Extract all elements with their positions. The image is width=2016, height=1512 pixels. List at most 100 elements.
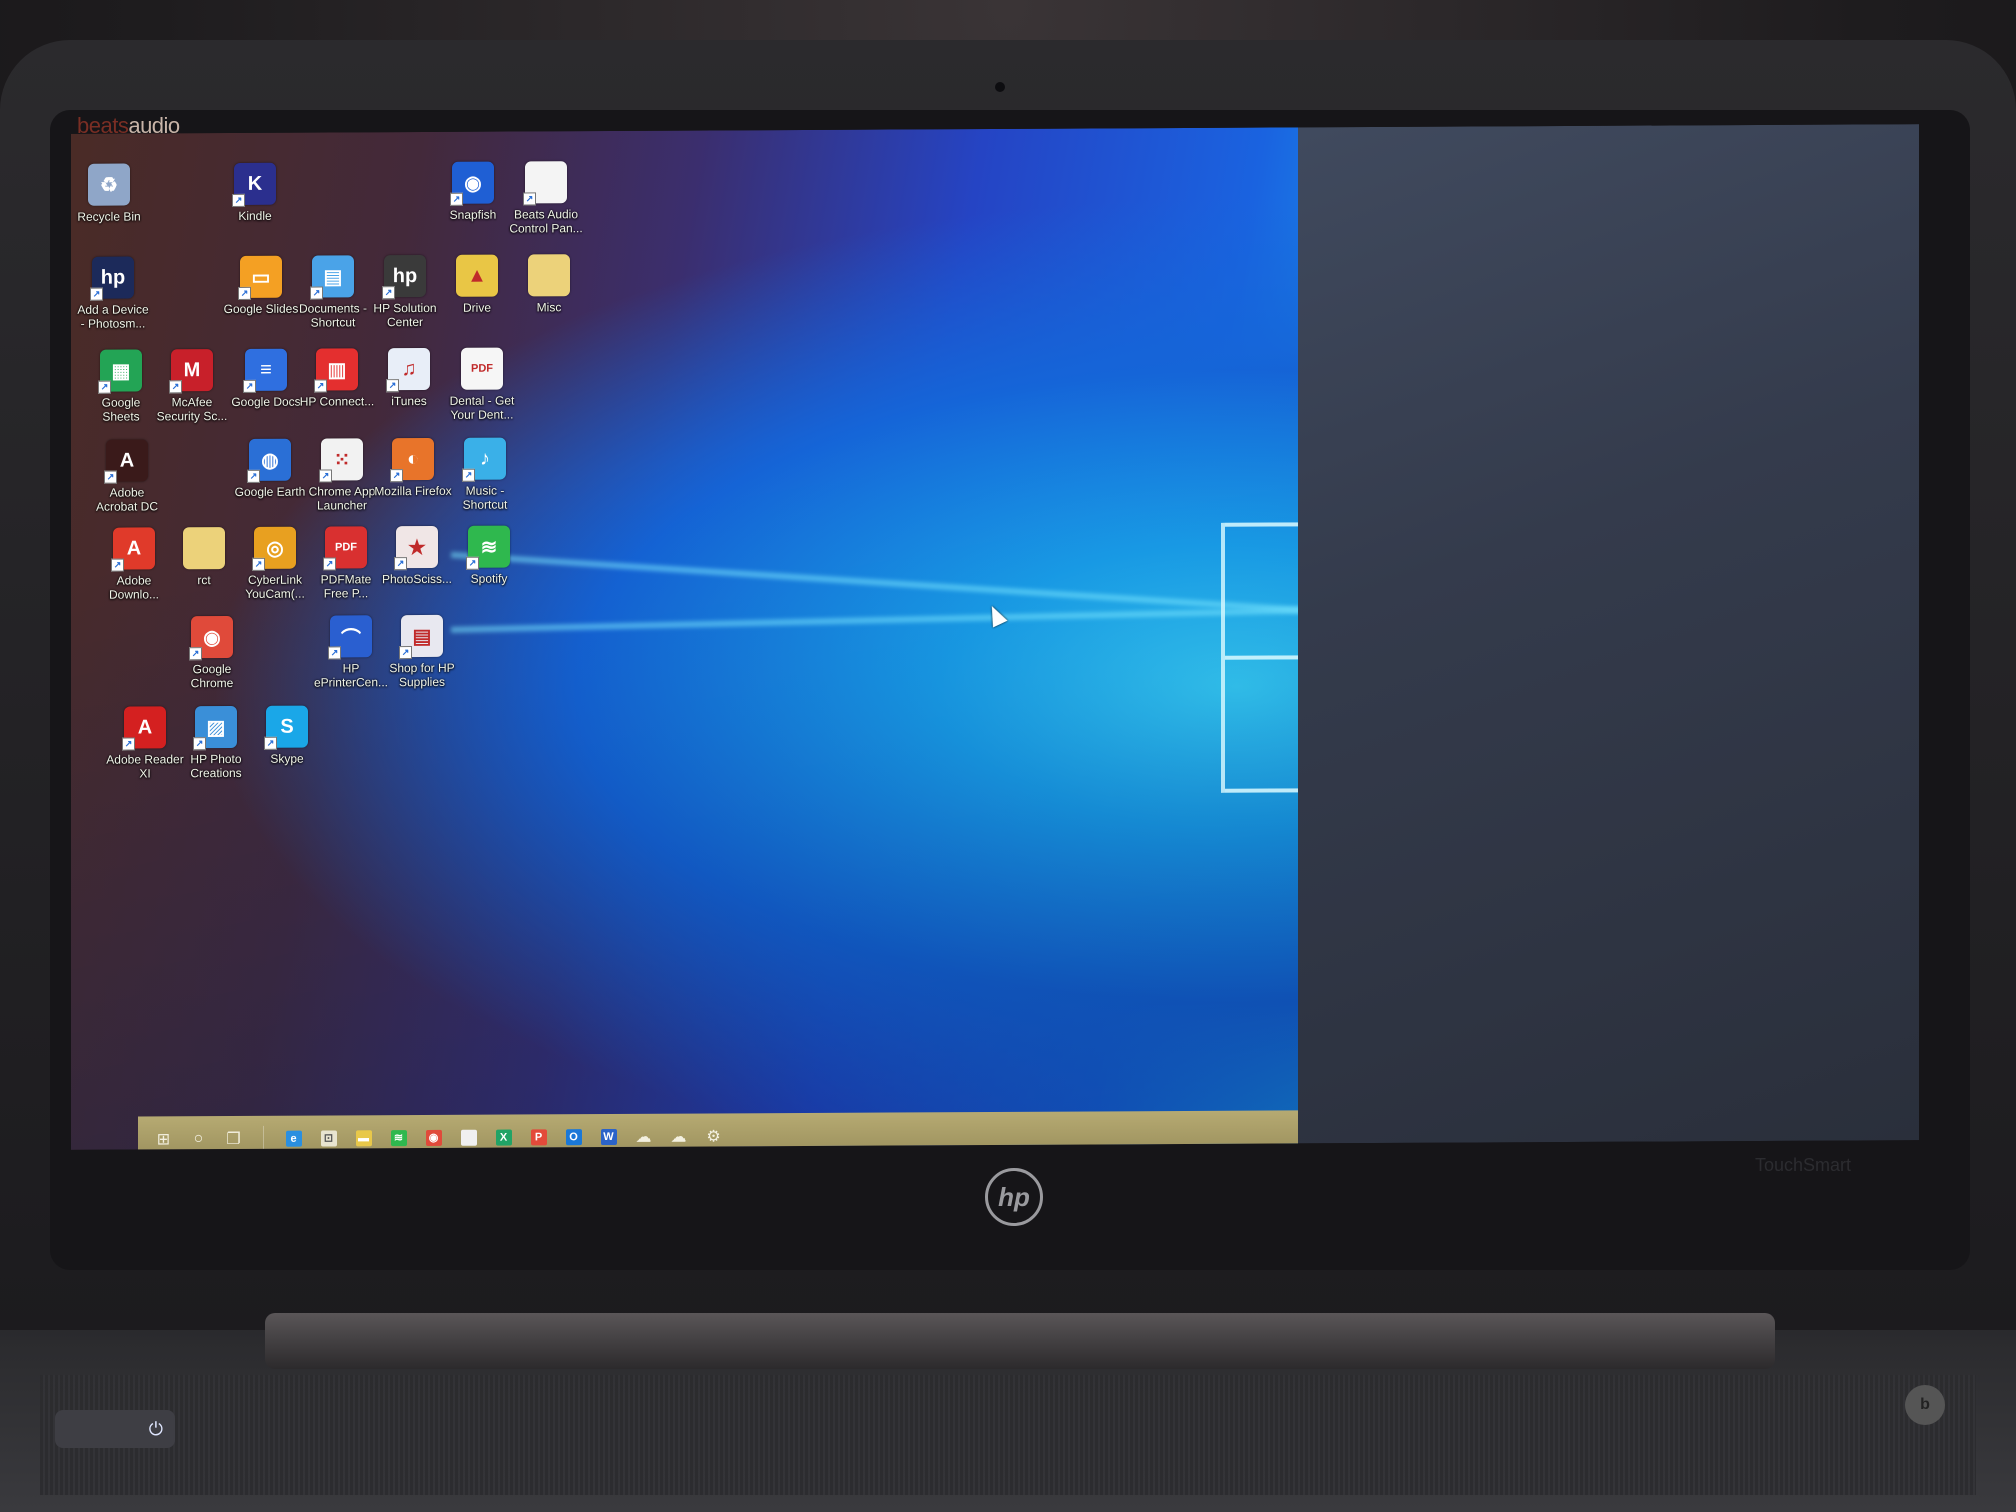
desktop-icon-label: Google Earth xyxy=(234,484,306,499)
hp-logo: hp xyxy=(985,1168,1043,1226)
shortcut-arrow-icon: ↗ xyxy=(386,379,399,393)
wallpaper-light-beam xyxy=(450,606,1351,633)
printer-icon: ▤ ↗ xyxy=(399,614,443,660)
desktop-icon[interactable]: S ↗ Skype xyxy=(248,705,326,766)
desktop-icon[interactable]: A ↗ Adobe Acrobat DC xyxy=(88,439,166,514)
desktop-icon[interactable]: PDF ↗ PDFMate Free P... xyxy=(307,526,385,601)
icon-glyph: ⌒ xyxy=(341,627,361,650)
icon-glyph: ▤ xyxy=(412,625,432,648)
folder-icon xyxy=(528,254,570,297)
shortcut-arrow-icon: ↗ xyxy=(104,470,117,484)
settings-button[interactable]: ⚙ xyxy=(699,1121,729,1150)
itunes-icon: ♫ ↗ xyxy=(386,347,430,393)
powerpoint-button[interactable]: P xyxy=(524,1122,554,1150)
desktop-icon[interactable]: A ↗ Adobe Downlo... xyxy=(95,527,173,602)
taskbar-separator xyxy=(263,1125,264,1150)
desktop-icon[interactable]: ◉ ↗ Snapfish xyxy=(434,161,512,222)
desktop-icon[interactable]: ◍ ↗ Google Earth xyxy=(231,438,309,499)
desktop-icon[interactable]: ▭ ↗ Google Slides xyxy=(222,255,300,316)
desktop-icon-label: Dental - Get Your Dent... xyxy=(449,393,515,422)
excel-button[interactable]: X xyxy=(489,1122,519,1150)
chrome-app-launcher-icon: ⁙ ↗ xyxy=(319,438,363,483)
desktop-icon[interactable]: hp ↗ HP Solution Center xyxy=(366,254,444,329)
desktop-icon[interactable]: ◉ ↗ Google Chrome xyxy=(173,615,251,691)
desktop-icon[interactable]: ♫ ↗ iTunes xyxy=(370,347,448,408)
desktop-icon[interactable]: ↗ Beats Audio Control Pan... xyxy=(507,161,585,236)
shortcut-arrow-icon: ↗ xyxy=(169,380,182,394)
desktop[interactable]: ♻ Recycle Bin K ↗ Kindle ◉ ↗ Snapfish ↗ Beats Aud… xyxy=(71,127,1351,1150)
snapfish-icon: ◉ ↗ xyxy=(450,161,494,206)
desktop-icon-label: Adobe Reader XI xyxy=(106,752,184,781)
adobe-icon: A ↗ xyxy=(111,527,155,572)
shortcut-arrow-icon: ↗ xyxy=(98,380,111,394)
desktop-icon-label: Google Chrome xyxy=(190,661,234,691)
desktop-icon[interactable]: ▥ ↗ HP Connect... xyxy=(298,348,376,409)
desktop-icon-label: rct xyxy=(197,573,211,588)
word-button[interactable]: W xyxy=(594,1121,624,1149)
file-explorer-button[interactable]: ▬ xyxy=(349,1123,379,1150)
desktop-icon-label: Add a Device - Photosm... xyxy=(77,302,149,331)
store-button[interactable]: ⊡ xyxy=(314,1123,344,1150)
icon-glyph: ▲ xyxy=(467,264,487,287)
desktop-icon[interactable]: ▤ ↗ Shop for HP Supplies xyxy=(383,614,461,689)
desktop-icon-label: HP ePrinterCen... xyxy=(313,661,389,690)
cloud-icon: ☁ xyxy=(635,1128,652,1146)
desktop-icon[interactable]: ▤ ↗ Documents - Shortcut xyxy=(294,255,372,330)
chrome-button[interactable]: ◉ xyxy=(419,1122,449,1149)
taskbar: ⊞ ○ ❐ e ⊡ ▬ ≋ ◉ X P O W ☁ ☁ ⚙ xyxy=(138,1110,1298,1150)
chrome-icon: ◉ xyxy=(425,1129,442,1146)
power-button[interactable]: ⏻ xyxy=(55,1410,175,1448)
blank-window-icon xyxy=(460,1129,477,1146)
desktop-icon[interactable]: ▲ Drive xyxy=(438,254,516,315)
desktop-icon[interactable]: rct xyxy=(165,527,243,587)
spotify-button[interactable]: ≋ xyxy=(384,1123,414,1150)
powerpoint-icon: P xyxy=(530,1128,547,1145)
google-docs-icon: ≡ ↗ xyxy=(243,348,287,393)
firefox-icon: ◐ ↗ xyxy=(390,437,434,483)
app-button-1[interactable]: ☁ xyxy=(629,1121,659,1150)
desktop-icon[interactable]: Misc xyxy=(510,254,588,314)
desktop-icon[interactable]: ♻ Recycle Bin xyxy=(71,163,148,224)
desktop-icon[interactable]: PDF Dental - Get Your Dent... xyxy=(443,347,521,422)
desktop-icon[interactable]: hp ↗ Add a Device - Photosm... xyxy=(74,256,152,331)
desktop-icon[interactable]: ⁙ ↗ Chrome App Launcher xyxy=(303,438,381,513)
shortcut-arrow-icon: ↗ xyxy=(232,193,245,207)
shortcut-arrow-icon: ↗ xyxy=(319,469,332,483)
desktop-icon[interactable]: ≡ ↗ Google Docs xyxy=(227,348,305,409)
gear-icon: ⚙ xyxy=(706,1127,721,1146)
icon-glyph: ▤ xyxy=(323,265,343,289)
outlook-button[interactable]: O xyxy=(559,1122,589,1150)
edge-button[interactable]: e xyxy=(279,1123,309,1150)
desktop-icon[interactable]: ▦ ↗ Google Sheets xyxy=(82,349,160,424)
desktop-icon[interactable]: ★ ↗ PhotoSciss... xyxy=(378,525,456,586)
recycle-bin-icon: ♻ xyxy=(88,163,130,206)
icon-glyph: ◎ xyxy=(266,537,284,560)
acrobat-icon: A ↗ xyxy=(104,439,148,484)
shortcut-arrow-icon: ↗ xyxy=(310,286,323,300)
icon-glyph: K xyxy=(247,172,263,195)
cloud-icon: ☁ xyxy=(670,1128,687,1146)
adobe-reader-icon: A ↗ xyxy=(122,706,166,751)
icon-glyph: ▭ xyxy=(251,266,271,289)
task-view-button[interactable]: ❐ xyxy=(219,1123,249,1149)
desktop-icon[interactable]: ▨ ↗ HP Photo Creations xyxy=(177,705,255,780)
icon-glyph: PDF xyxy=(335,541,357,554)
desktop-icon[interactable]: K ↗ Kindle xyxy=(216,162,294,223)
shortcut-arrow-icon: ↗ xyxy=(328,646,341,660)
cortana-button[interactable]: ○ xyxy=(184,1124,214,1150)
webcam xyxy=(995,82,1005,92)
app-button-2[interactable]: ☁ xyxy=(664,1121,694,1150)
desktop-icon[interactable]: ⌒ ↗ HP ePrinterCen... xyxy=(312,615,390,690)
desktop-icon[interactable]: ◐ ↗ Mozilla Firefox xyxy=(374,437,452,498)
desktop-icon[interactable]: M ↗ McAfee Security Sc... xyxy=(153,349,231,423)
start-button[interactable]: ⊞ xyxy=(149,1124,179,1150)
desktop-icon[interactable]: ≋ ↗ Spotify xyxy=(450,525,528,586)
desktop-icon[interactable]: ♪ ↗ Music - Shortcut xyxy=(446,437,524,512)
shortcut-arrow-icon: ↗ xyxy=(111,558,124,572)
desktop-icon-label: Skype xyxy=(270,751,304,766)
desktop-icon-label: Google Docs xyxy=(231,394,301,409)
desktop-icon[interactable]: ◎ ↗ CyberLink YouCam(... xyxy=(236,526,314,601)
excel-icon: X xyxy=(495,1129,512,1146)
notepad-button[interactable] xyxy=(454,1122,484,1150)
desktop-icon[interactable]: A ↗ Adobe Reader XI xyxy=(106,706,184,780)
